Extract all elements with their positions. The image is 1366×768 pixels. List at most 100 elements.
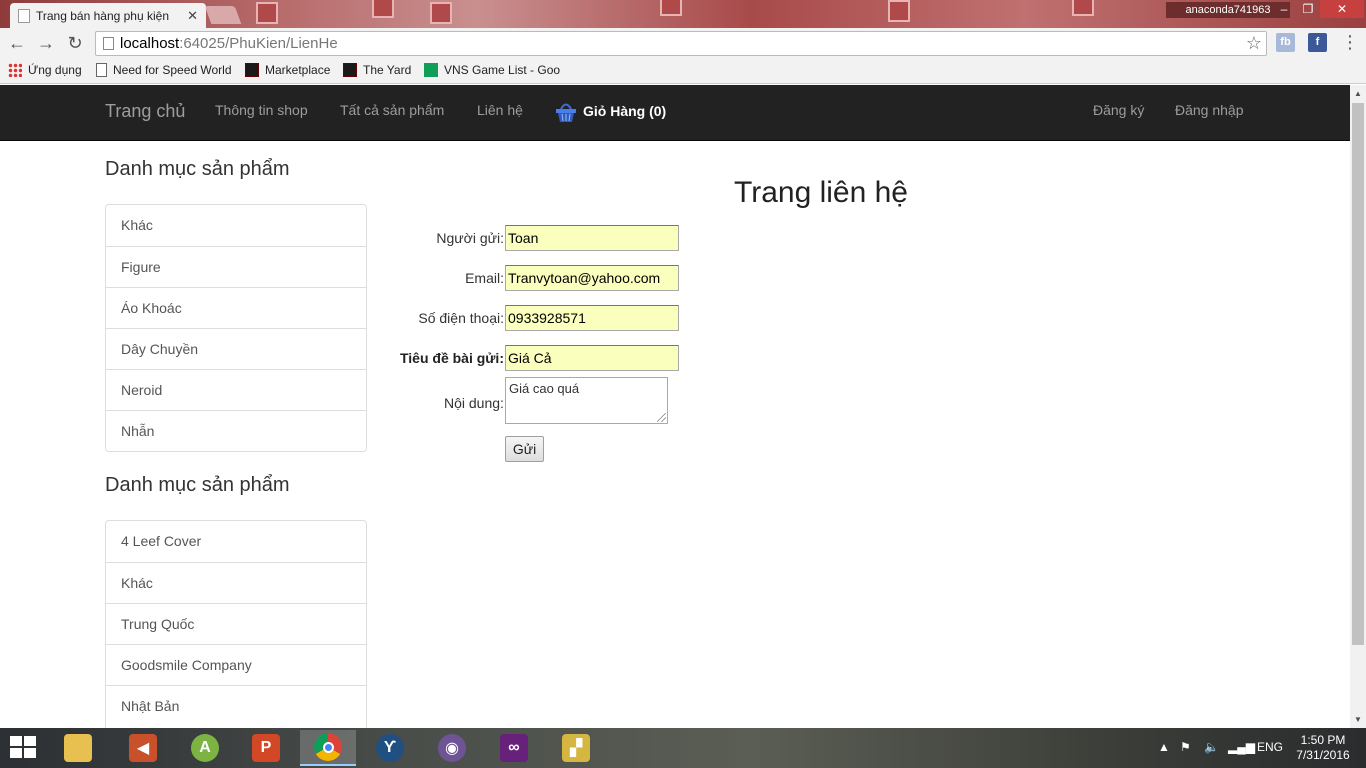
wallpaper-decoration (660, 0, 682, 16)
taskbar-app[interactable] (50, 730, 106, 766)
network-signal-icon[interactable]: ▂▄▆ (1228, 740, 1255, 754)
wallpaper-decoration (256, 2, 278, 24)
visual-studio-icon: ∞ (500, 734, 528, 762)
taskbar-app[interactable]: ◀ (115, 730, 171, 766)
page-title: Trang liên hệ (734, 176, 908, 209)
windows-start-icon[interactable] (10, 736, 38, 760)
tab-title: Trang bán hàng phụ kiện (36, 8, 169, 23)
page-info-icon[interactable] (103, 37, 114, 50)
category-heading: Danh mục sản phẩm (105, 158, 290, 180)
wallpaper-decoration (430, 2, 452, 24)
sender-input[interactable] (505, 225, 679, 251)
new-tab-button[interactable] (204, 6, 242, 24)
game-icon (245, 63, 259, 77)
taskbar-app[interactable]: ϒ (362, 730, 418, 766)
content-textarea[interactable]: Giá cao quá (505, 377, 668, 424)
category-item[interactable]: Figure (106, 246, 366, 287)
browser-title-bar: Trang bán hàng phụ kiện ✕ anaconda741963… (0, 0, 1366, 28)
restore-icon[interactable]: ❐ (1296, 0, 1320, 18)
show-hidden-icons-icon[interactable]: ▲ (1158, 740, 1170, 754)
phone-input[interactable] (505, 305, 679, 331)
clock-time: 1:50 PM (1300, 733, 1346, 747)
manufacturer-list: 4 Leef Cover Khác Trung Quốc Goodsmile C… (105, 520, 367, 728)
address-bar[interactable]: localhost:64025/PhuKien/LienHe ☆ (95, 31, 1267, 56)
subject-label: Tiêu đề bài gửi: (399, 350, 504, 366)
shopping-basket-icon (556, 103, 576, 122)
wallpaper-decoration (888, 0, 910, 22)
nav-link-contact[interactable]: Liên hệ (477, 102, 523, 118)
bookmark-nfs-world[interactable]: Need for Speed World (96, 63, 232, 77)
sticky-app-icon: ▞ (562, 734, 590, 762)
taskbar-app[interactable] (300, 730, 356, 766)
page-scrollbar[interactable]: ▲ ▼ (1350, 85, 1366, 728)
category-item[interactable]: Nhẫn (106, 410, 366, 451)
fb-icon[interactable]: fb (1276, 33, 1295, 52)
manufacturer-heading: Danh mục sản phẩm (105, 474, 290, 496)
forward-arrow-icon[interactable]: → (35, 32, 57, 54)
url-host: localhost (120, 35, 180, 52)
scrollbar-thumb[interactable] (1352, 103, 1364, 645)
browser-menu-icon[interactable]: ⋮ (1341, 32, 1359, 53)
wallpaper-decoration (1072, 0, 1094, 16)
category-item[interactable]: Dây Chuyền (106, 328, 366, 369)
manufacturer-item[interactable]: Nhật Bản (106, 685, 366, 726)
bookmark-vns-game-list[interactable]: VNS Game List - Goog (424, 63, 560, 77)
back-arrow-icon[interactable]: ← (6, 32, 28, 54)
send-button[interactable]: Gửi (505, 436, 544, 462)
nav-link-login[interactable]: Đăng nhập (1175, 102, 1244, 118)
sheets-icon (424, 63, 438, 77)
nav-link-all-products[interactable]: Tất cả sản phẩm (340, 102, 444, 118)
textarea-resize-handle[interactable] (657, 413, 666, 422)
android-studio-icon: A (191, 734, 219, 762)
minimize-icon[interactable]: – (1272, 0, 1296, 18)
taskbar-app[interactable]: P (238, 730, 294, 766)
category-item[interactable]: Neroid (106, 369, 366, 410)
reload-icon[interactable]: ↻ (64, 32, 86, 54)
bookmarks-bar: Ứng dụng Need for Speed World Marketplac… (0, 58, 1366, 84)
category-list: Khác Figure Áo Khoác Dây Chuyền Neroid N… (105, 204, 367, 452)
nav-cart[interactable]: Giỏ Hàng (0) (555, 99, 666, 123)
bookmark-marketplace[interactable]: Marketplace (245, 63, 335, 77)
bookmark-the-yard[interactable]: The Yard (343, 63, 415, 77)
page-favicon-icon (18, 8, 30, 23)
browser-toolbar: ← → ↻ localhost:64025/PhuKien/LienHe ☆ f… (0, 28, 1366, 58)
subject-input[interactable] (505, 345, 679, 371)
facebook-icon[interactable]: f (1308, 33, 1327, 52)
browser-tab[interactable]: Trang bán hàng phụ kiện ✕ (10, 3, 206, 28)
volume-app-icon: ◀ (129, 734, 157, 762)
github-icon: ◉ (438, 734, 466, 762)
bookmark-star-icon[interactable]: ☆ (1246, 32, 1262, 55)
wallpaper-decoration (372, 0, 394, 18)
category-item[interactable]: Khác (106, 205, 366, 246)
scroll-up-arrow-icon[interactable]: ▲ (1354, 89, 1362, 98)
taskbar-app[interactable]: ▞ (548, 730, 604, 766)
game-icon (343, 63, 357, 77)
taskbar-clock[interactable]: 1:50 PM 7/31/2016 (1293, 733, 1353, 763)
email-input[interactable] (505, 265, 679, 291)
form-row-subject: Tiêu đề bài gửi: (380, 345, 680, 371)
category-item[interactable]: Áo Khoác (106, 287, 366, 328)
taskbar-app[interactable]: ∞ (486, 730, 542, 766)
taskbar-app[interactable]: A (177, 730, 233, 766)
taskbar-app[interactable]: ◉ (424, 730, 480, 766)
manufacturer-item[interactable]: Khác (106, 562, 366, 603)
bookmark-label: VNS Game List - Goog (444, 63, 560, 77)
close-tab-icon[interactable]: ✕ (187, 8, 198, 24)
close-window-icon[interactable]: ✕ (1320, 0, 1364, 18)
manufacturer-item[interactable]: Trung Quốc (106, 603, 366, 644)
bookmark-apps[interactable]: Ứng dụng (8, 63, 86, 77)
file-explorer-icon (64, 734, 92, 762)
speaker-icon[interactable]: 🔈 (1204, 740, 1219, 754)
site-navbar: Trang chủ Thông tin shop Tất cả sản phẩm… (0, 85, 1350, 141)
manufacturer-item[interactable]: Goodsmile Company (106, 644, 366, 685)
scroll-down-arrow-icon[interactable]: ▼ (1354, 715, 1362, 724)
nav-brand-home[interactable]: Trang chủ (105, 101, 185, 122)
nav-link-register[interactable]: Đăng ký (1093, 102, 1144, 118)
nav-link-shop-info[interactable]: Thông tin shop (215, 102, 308, 118)
manufacturer-item[interactable]: 4 Leef Cover (106, 521, 366, 562)
chrome-icon (314, 733, 342, 761)
form-row-sender: Người gửi: (380, 225, 680, 251)
language-indicator[interactable]: ENG (1257, 740, 1283, 754)
cart-label: Giỏ Hàng (0) (583, 103, 667, 119)
action-center-flag-icon[interactable]: ⚑ (1180, 740, 1191, 754)
